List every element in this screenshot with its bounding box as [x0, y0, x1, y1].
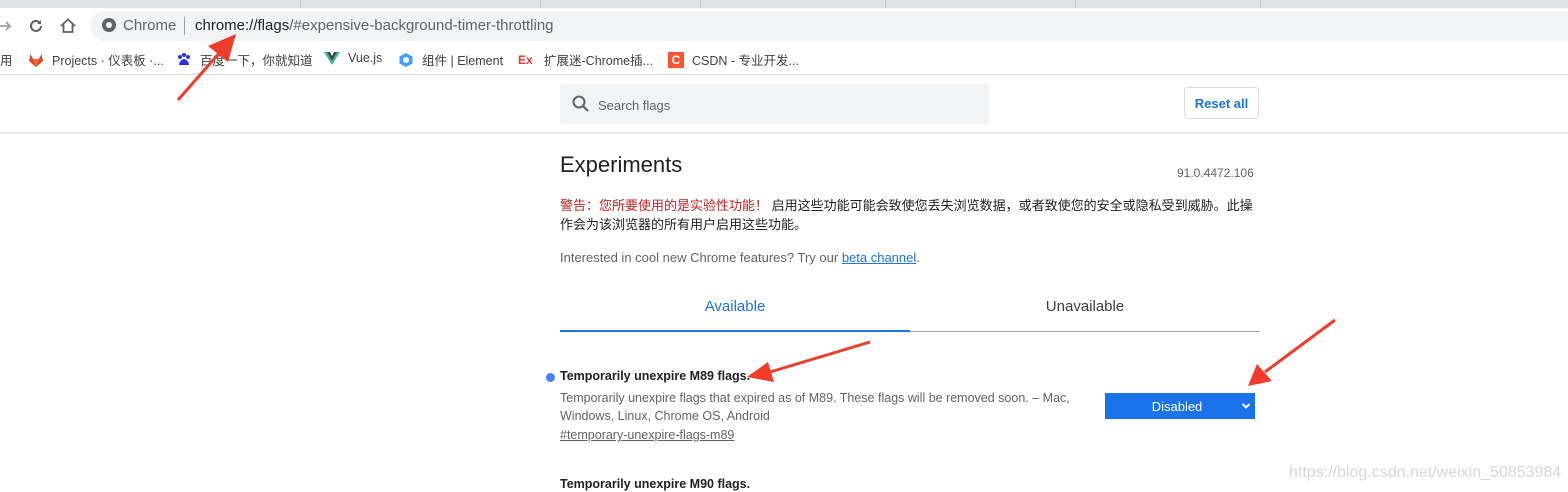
tab-divider	[1075, 0, 1076, 8]
extfans-icon: Ex	[518, 52, 533, 67]
bookmark-label: 用	[0, 54, 13, 68]
experiment-name: Temporarily unexpire M90 flags.	[560, 477, 751, 491]
bookmark-label: 百度一下，你就知道	[200, 54, 313, 68]
chevron-down-icon	[1241, 403, 1251, 409]
tab-divider	[1260, 0, 1261, 8]
bookmark-extfans[interactable]: Ex 扩展迷-Chrome插...	[518, 50, 653, 69]
forward-arrow-icon	[0, 21, 12, 31]
header-divider	[0, 132, 1568, 134]
browser-toolbar: Chrome chrome://flags/#expensive-backgro…	[0, 8, 1568, 44]
beta-promo-end: .	[916, 250, 920, 265]
tab-divider	[300, 0, 301, 8]
bookmark-vue[interactable]: Vue.js	[324, 50, 382, 66]
annotation-arrow-select	[1248, 318, 1336, 386]
bookmark-label: CSDN - 专业开发...	[692, 54, 799, 68]
annotation-arrow-flag-name	[747, 340, 871, 382]
bookmarks-bar: 用 Projects · 仪表板 ·... 百度一下，你就知道 Vue.js 组…	[0, 44, 1568, 72]
reload-icon	[30, 19, 42, 32]
bookmark-label: 扩展迷-Chrome插...	[544, 54, 654, 68]
chrome-logo-icon	[102, 18, 116, 32]
forward-button[interactable]	[0, 12, 20, 40]
warning-strong: 警告：您所要使用的是实验性功能！	[560, 198, 769, 213]
tab-strip	[0, 0, 1568, 8]
bookmark-apps[interactable]: 用	[0, 50, 13, 69]
bookmarks-divider	[0, 74, 1568, 75]
watermark: https://blog.csdn.net/weixin_50853984	[1289, 464, 1562, 481]
warning-message: 警告：您所要使用的是实验性功能！ 启用这些功能可能会致使您丢失浏览数据，或者致使…	[560, 196, 1260, 234]
bookmark-label: Projects · 仪表板 ·...	[52, 54, 164, 68]
url-path: /#expensive-background-timer-throttling	[289, 17, 554, 34]
beta-promo-text: Interested in cool new Chrome features? …	[560, 250, 842, 265]
csdn-icon: C	[668, 51, 684, 68]
tab-divider	[700, 0, 701, 8]
url-host: chrome://flags	[195, 17, 290, 34]
tab-divider	[885, 0, 886, 8]
bookmark-label: 组件 | Element	[422, 54, 504, 68]
bookmark-csdn[interactable]: C CSDN - 专业开发...	[668, 50, 799, 69]
vue-icon	[324, 52, 340, 65]
address-bar[interactable]: Chrome chrome://flags/#expensive-backgro…	[90, 11, 1568, 41]
bookmark-projects[interactable]: Projects · 仪表板 ·...	[28, 50, 164, 69]
tab-divider	[540, 0, 541, 8]
tab-available[interactable]: Available	[560, 298, 910, 315]
gitlab-icon	[29, 53, 43, 67]
home-button[interactable]	[54, 12, 82, 40]
page-title: Experiments	[560, 152, 683, 177]
url-text[interactable]: chrome://flags/#expensive-background-tim…	[195, 17, 554, 34]
experiment-state-select[interactable]: Disabled	[1105, 393, 1255, 419]
omnibox-separator	[184, 17, 185, 35]
experiment-description: Temporarily unexpire flags that expired …	[560, 391, 1070, 423]
version-number: 91.0.4472.106	[1177, 166, 1254, 180]
reset-all-button[interactable]: Reset all	[1184, 87, 1259, 119]
active-tab-indicator	[560, 330, 910, 332]
bookmark-label: Vue.js	[348, 51, 383, 65]
reload-button[interactable]	[22, 12, 50, 40]
tab-unavailable[interactable]: Unavailable	[910, 298, 1260, 315]
experiment-state-value: Disabled	[1151, 398, 1203, 414]
experiment-permalink[interactable]: #temporary-unexpire-flags-m89	[560, 428, 734, 442]
bookmark-baidu[interactable]: 百度一下，你就知道	[176, 50, 313, 69]
beta-channel-link[interactable]: beta channel	[842, 250, 916, 265]
home-icon	[60, 18, 76, 33]
baidu-icon	[178, 52, 190, 65]
modified-indicator-dot	[546, 373, 555, 382]
element-icon	[399, 52, 413, 67]
search-flags-box[interactable]	[560, 84, 989, 124]
search-icon	[572, 95, 589, 112]
bookmark-element[interactable]: 组件 | Element	[398, 50, 503, 69]
beta-promo: Interested in cool new Chrome features? …	[560, 250, 920, 265]
search-flags-input[interactable]	[596, 93, 980, 117]
omnibox-site-chip: Chrome	[123, 17, 177, 34]
experiment-name: Temporarily unexpire M89 flags.	[560, 369, 751, 383]
